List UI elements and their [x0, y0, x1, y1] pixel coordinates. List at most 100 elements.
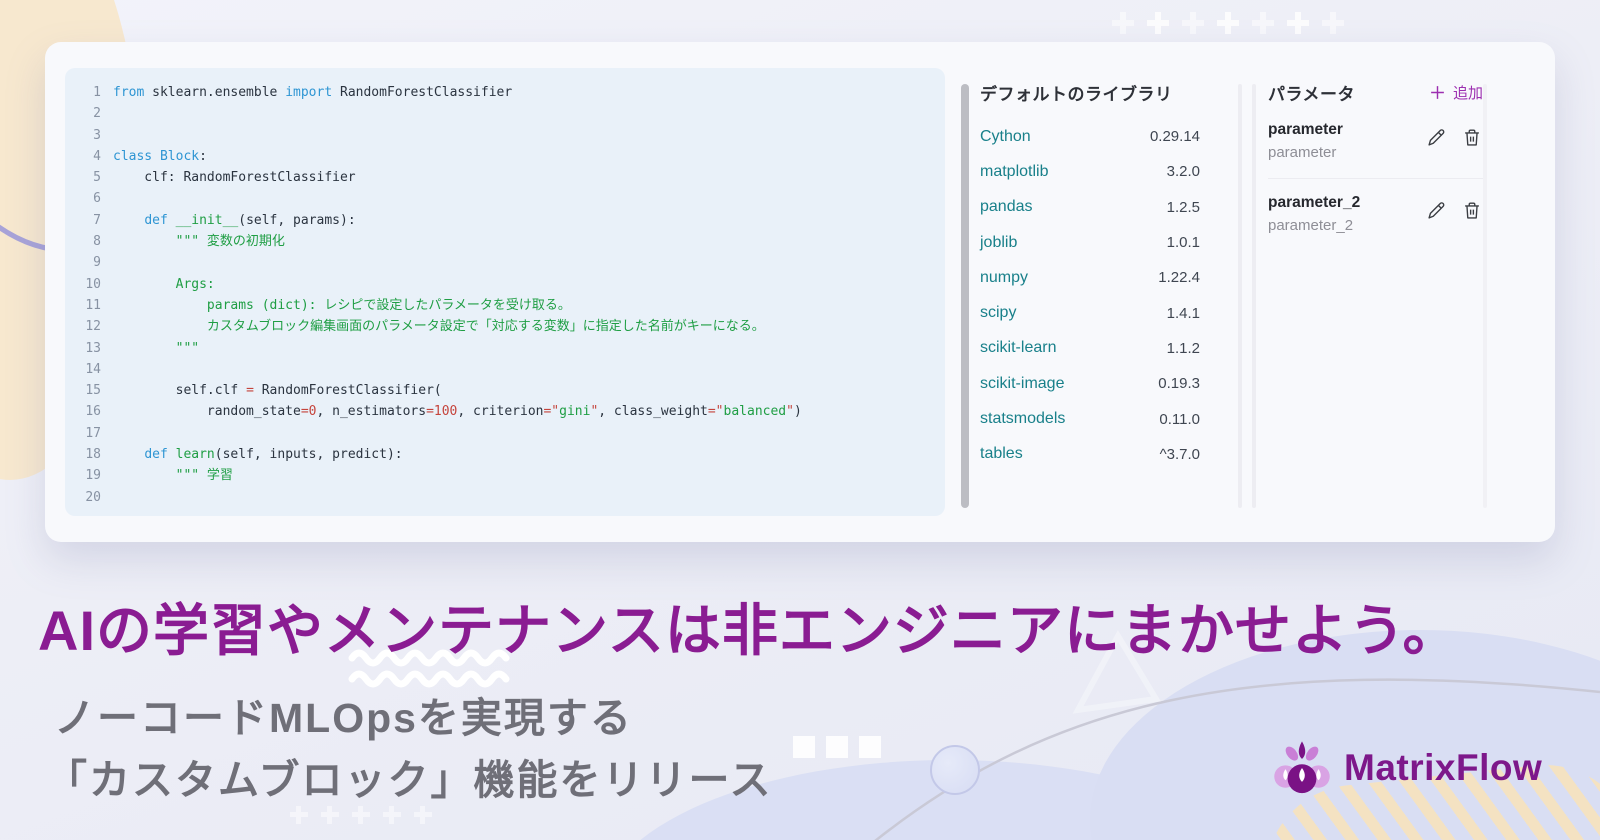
library-name: numpy — [980, 268, 1029, 286]
decor-plus-row-bottom — [290, 806, 432, 824]
code-line: 7 def __init__(self, params): — [93, 212, 356, 228]
library-version: 0.29.14 — [1149, 128, 1200, 146]
parameter-variable: parameter_2 — [1268, 217, 1354, 234]
delete-parameter-button[interactable] — [1461, 127, 1483, 149]
subtitle-line2: 「カスタムブロック」機能をリリース — [46, 757, 773, 803]
code-line: 16 random_state=0, n_estimators=100, cri… — [85, 404, 802, 420]
page: 1 from sklearn.ensemble import RandomFore… — [0, 0, 1600, 840]
code-line: 4 class Block: — [93, 148, 207, 164]
library-version: 3.2.0 — [1166, 163, 1200, 181]
code-line: 3 — [93, 127, 101, 143]
matrixflow-flower-icon — [1274, 741, 1330, 794]
parameters-list: parameter parameter parameter_2 parameter_2 — [1268, 121, 1483, 234]
library-row[interactable]: numpy 1.22.4 — [980, 260, 1200, 295]
code-line: 20 — [85, 489, 101, 505]
library-name: Cython — [980, 127, 1031, 145]
decor-plus-row-top — [1112, 12, 1344, 34]
edit-parameter-button[interactable] — [1425, 127, 1447, 149]
library-row[interactable]: scipy 1.4.1 — [980, 295, 1200, 330]
pencil-icon — [1425, 129, 1447, 153]
code-line: 6 — [93, 191, 101, 207]
libraries-list: Cython 0.29.14 matplotlib 3.2.0 pandas 1.2.5 j… — [980, 119, 1200, 472]
subtitle-line1: ノーコードMLOpsを実現する — [54, 695, 633, 741]
code-line: 15 self.clf = RandomForestClassifier( — [85, 383, 442, 399]
library-row[interactable]: scikit-learn 1.1.2 — [980, 331, 1200, 366]
library-name: joblib — [980, 233, 1018, 251]
plus-decoration — [352, 806, 370, 824]
parameter-row: parameter_2 parameter_2 — [1268, 194, 1483, 234]
code-line: 8 """ 変数の初期化 — [93, 234, 285, 250]
library-version: 0.19.3 — [1158, 375, 1200, 393]
library-name: scikit-learn — [980, 339, 1057, 357]
code-line: 14 — [85, 361, 101, 377]
plus-decoration — [1217, 12, 1239, 34]
code-editor[interactable]: 1 from sklearn.ensemble import RandomFore… — [65, 68, 945, 516]
code-scrollbar[interactable] — [961, 84, 969, 508]
library-version: 1.4.1 — [1166, 304, 1200, 322]
headline: AIの学習やメンテナンスは非エンジニアにまかせよう。 — [38, 599, 1460, 662]
library-version: 1.0.1 — [1166, 234, 1200, 252]
plus-decoration — [383, 806, 401, 824]
add-parameter-label: 追加 — [1452, 85, 1483, 102]
brand-name: MatrixFlow — [1344, 747, 1543, 788]
library-version: 1.2.5 — [1166, 198, 1200, 216]
parameter-divider — [1268, 178, 1483, 179]
library-row[interactable]: joblib 1.0.1 — [980, 225, 1200, 260]
libraries-panel: デフォルトのライブラリ Cython 0.29.14 matplotlib 3.2.0… — [980, 80, 1200, 472]
libraries-scroll-track — [1238, 84, 1242, 508]
decor-circle — [930, 745, 980, 795]
trash-icon — [1461, 129, 1483, 153]
trash-icon — [1461, 202, 1483, 226]
code-line: 13 """ — [85, 340, 200, 356]
parameter-variable: parameter — [1268, 144, 1337, 161]
plus-decoration — [290, 806, 308, 824]
plus-decoration — [1147, 12, 1169, 34]
libraries-title: デフォルトのライブラリ — [980, 85, 1173, 104]
library-name: scikit-image — [980, 374, 1065, 392]
pencil-icon — [1425, 202, 1447, 226]
library-version: 1.1.2 — [1166, 339, 1200, 357]
code-line: 10 Args: — [85, 276, 215, 292]
code-line: 19 """ 学習 — [85, 468, 233, 484]
plus-decoration — [1112, 12, 1134, 34]
library-row[interactable]: tables ^3.7.0 — [980, 437, 1200, 472]
code-line: 17 — [85, 425, 101, 441]
brand-logo: MatrixFlow — [1270, 734, 1542, 802]
plus-decoration — [414, 806, 432, 824]
plus-decoration — [321, 806, 339, 824]
code-line: 2 — [93, 106, 101, 122]
code-line: 5 clf: RandomForestClassifier — [93, 170, 356, 186]
plus-decoration — [1322, 12, 1344, 34]
library-row[interactable]: pandas 1.2.5 — [980, 190, 1200, 225]
code-lines: 1 from sklearn.ensemble import RandomFore… — [81, 82, 945, 508]
library-name: matplotlib — [980, 162, 1049, 180]
library-row[interactable]: statsmodels 0.11.0 — [980, 401, 1200, 436]
code-line: 9 — [93, 255, 101, 271]
library-name: scipy — [980, 304, 1017, 322]
library-version: 0.11.0 — [1159, 410, 1200, 428]
library-version: ^3.7.0 — [1159, 445, 1200, 463]
parameter-name: parameter_2 — [1268, 194, 1361, 211]
parameter-name: parameter — [1268, 121, 1343, 138]
code-line: 12 カスタムブロック編集画面のパラメータ設定で「対応する変数」に指定した名前が… — [85, 319, 765, 335]
parameters-panel-border — [1252, 84, 1256, 508]
plus-decoration — [1252, 12, 1274, 34]
library-row[interactable]: Cython 0.29.14 — [980, 119, 1200, 154]
plus-icon — [1431, 86, 1444, 99]
add-parameter-button[interactable]: 追加 — [1429, 82, 1483, 103]
library-version: 1.22.4 — [1158, 269, 1200, 287]
parameters-title: パラメータ — [1268, 85, 1355, 104]
parameter-row: parameter parameter — [1268, 121, 1483, 161]
plus-decoration — [1287, 12, 1309, 34]
decor-squares — [793, 736, 881, 758]
editor-card: 1 from sklearn.ensemble import RandomFore… — [45, 42, 1555, 542]
library-row[interactable]: matplotlib 3.2.0 — [980, 154, 1200, 189]
code-line: 1 from sklearn.ensemble import RandomFore… — [93, 85, 513, 100]
library-name: tables — [980, 445, 1023, 463]
library-name: statsmodels — [980, 410, 1066, 428]
plus-decoration — [1182, 12, 1204, 34]
parameters-panel: パラメータ 追加 parameter parameter parameter_2 pa… — [1268, 80, 1483, 234]
delete-parameter-button[interactable] — [1461, 200, 1483, 222]
library-row[interactable]: scikit-image 0.19.3 — [980, 366, 1200, 401]
edit-parameter-button[interactable] — [1425, 200, 1447, 222]
